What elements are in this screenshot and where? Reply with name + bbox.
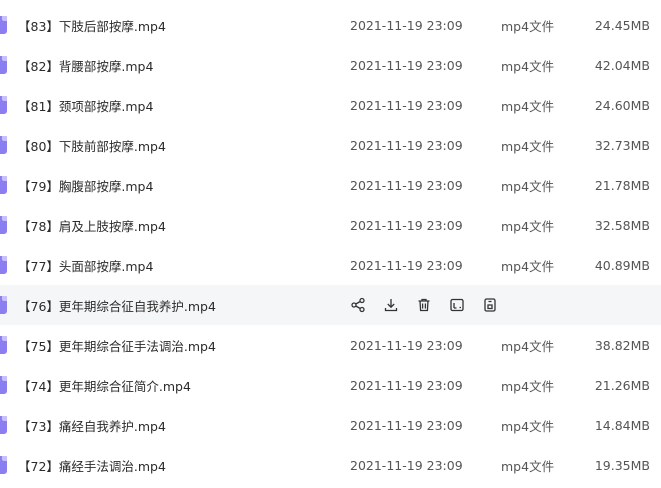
file-date: 2021-11-19 23:09 bbox=[350, 217, 463, 233]
file-size: 32.58MB bbox=[594, 217, 650, 233]
file-type: mp4文件 bbox=[501, 218, 555, 234]
file-row[interactable]: 【73】痛经自我养护.mp4 2021-11-19 23:09 mp4文件 14.84… bbox=[0, 405, 661, 445]
file-type: mp4文件 bbox=[501, 138, 555, 154]
file-name[interactable]: 【73】痛经自我养护.mp4 bbox=[18, 416, 166, 435]
video-file-icon bbox=[0, 216, 7, 234]
video-file-icon bbox=[0, 56, 7, 74]
file-name[interactable]: 【79】胸腹部按摩.mp4 bbox=[18, 176, 153, 195]
file-date: 2021-11-19 23:09 bbox=[350, 337, 463, 353]
file-size: 42.04MB bbox=[594, 57, 650, 73]
file-name[interactable]: 【80】下肢前部按摩.mp4 bbox=[18, 136, 166, 155]
file-name[interactable]: 【82】背腰部按摩.mp4 bbox=[18, 56, 153, 75]
file-size: 38.82MB bbox=[594, 337, 650, 353]
file-date: 2021-11-19 23:09 bbox=[350, 257, 463, 273]
file-type: mp4文件 bbox=[501, 178, 555, 194]
video-file-icon bbox=[0, 456, 7, 474]
video-file-icon bbox=[0, 296, 7, 314]
file-size: 32.73MB bbox=[594, 137, 650, 153]
file-size: 21.78MB bbox=[594, 177, 650, 193]
file-size: 19.35MB bbox=[594, 457, 650, 473]
file-type: mp4文件 bbox=[501, 258, 555, 274]
file-name[interactable]: 【76】更年期综合征自我养护.mp4 bbox=[18, 296, 216, 315]
video-file-icon bbox=[0, 376, 7, 394]
file-row[interactable]: 【78】肩及上肢按摩.mp4 2021-11-19 23:09 mp4文件 32.58… bbox=[0, 205, 661, 245]
file-type: mp4文件 bbox=[501, 98, 555, 114]
video-file-icon bbox=[0, 256, 7, 274]
file-type: mp4文件 bbox=[501, 18, 555, 34]
file-type: mp4文件 bbox=[501, 378, 555, 394]
more-info-icon[interactable] bbox=[482, 297, 498, 313]
file-row[interactable]: 【76】更年期综合征自我养护.mp4 bbox=[0, 285, 661, 325]
file-row[interactable]: 【81】颈项部按摩.mp4 2021-11-19 23:09 mp4文件 24.60M… bbox=[0, 85, 661, 125]
file-row[interactable]: 【72】痛经手法调治.mp4 2021-11-19 23:09 mp4文件 19.35… bbox=[0, 445, 661, 485]
file-list: 【83】下肢后部按摩.mp4 2021-11-19 23:09 mp4文件 24.45… bbox=[0, 0, 661, 488]
video-file-icon bbox=[0, 16, 7, 34]
share-icon[interactable] bbox=[350, 297, 366, 313]
file-date: 2021-11-19 23:09 bbox=[350, 17, 463, 33]
file-date: 2021-11-19 23:09 bbox=[350, 377, 463, 393]
file-date: 2021-11-19 23:09 bbox=[350, 97, 463, 113]
download-icon[interactable] bbox=[383, 297, 399, 313]
file-name[interactable]: 【83】下肢后部按摩.mp4 bbox=[18, 16, 166, 35]
file-size: 24.45MB bbox=[594, 17, 650, 33]
file-date: 2021-11-19 23:09 bbox=[350, 457, 463, 473]
file-name[interactable]: 【78】肩及上肢按摩.mp4 bbox=[18, 216, 166, 235]
file-type: mp4文件 bbox=[501, 338, 555, 354]
delete-icon[interactable] bbox=[416, 297, 432, 313]
file-date: 2021-11-19 23:09 bbox=[350, 417, 463, 433]
file-size: 24.60MB bbox=[594, 97, 650, 113]
file-size: 21.26MB bbox=[594, 377, 650, 393]
file-date: 2021-11-19 23:09 bbox=[350, 57, 463, 73]
rename-icon[interactable] bbox=[449, 297, 465, 313]
file-date: 2021-11-19 23:09 bbox=[350, 137, 463, 153]
file-size: 14.84MB bbox=[594, 417, 650, 433]
file-row[interactable]: 【83】下肢后部按摩.mp4 2021-11-19 23:09 mp4文件 24.45… bbox=[0, 5, 661, 45]
file-name[interactable]: 【77】头面部按摩.mp4 bbox=[18, 256, 153, 275]
file-type: mp4文件 bbox=[501, 418, 555, 434]
file-type: mp4文件 bbox=[501, 458, 555, 474]
file-row[interactable]: 【77】头面部按摩.mp4 2021-11-19 23:09 mp4文件 40.89M… bbox=[0, 245, 661, 285]
video-file-icon bbox=[0, 336, 7, 354]
file-row[interactable]: 【75】更年期综合征手法调治.mp4 2021-11-19 23:09 mp4文件 3… bbox=[0, 325, 661, 365]
file-type: mp4文件 bbox=[501, 58, 555, 74]
row-action-bar bbox=[350, 285, 515, 325]
file-size: 40.89MB bbox=[594, 257, 650, 273]
video-file-icon bbox=[0, 136, 7, 154]
file-row[interactable]: 【74】更年期综合征简介.mp4 2021-11-19 23:09 mp4文件 21.… bbox=[0, 365, 661, 405]
file-date: 2021-11-19 23:09 bbox=[350, 177, 463, 193]
file-name[interactable]: 【75】更年期综合征手法调治.mp4 bbox=[18, 336, 216, 355]
video-file-icon bbox=[0, 416, 7, 434]
file-name[interactable]: 【74】更年期综合征简介.mp4 bbox=[18, 376, 191, 395]
file-row[interactable]: 【80】下肢前部按摩.mp4 2021-11-19 23:09 mp4文件 32.73… bbox=[0, 125, 661, 165]
video-file-icon bbox=[0, 96, 7, 114]
file-row[interactable]: 【79】胸腹部按摩.mp4 2021-11-19 23:09 mp4文件 21.78M… bbox=[0, 165, 661, 205]
file-name[interactable]: 【72】痛经手法调治.mp4 bbox=[18, 456, 166, 475]
video-file-icon bbox=[0, 176, 7, 194]
file-name[interactable]: 【81】颈项部按摩.mp4 bbox=[18, 96, 153, 115]
file-row[interactable]: 【82】背腰部按摩.mp4 2021-11-19 23:09 mp4文件 42.04M… bbox=[0, 45, 661, 85]
